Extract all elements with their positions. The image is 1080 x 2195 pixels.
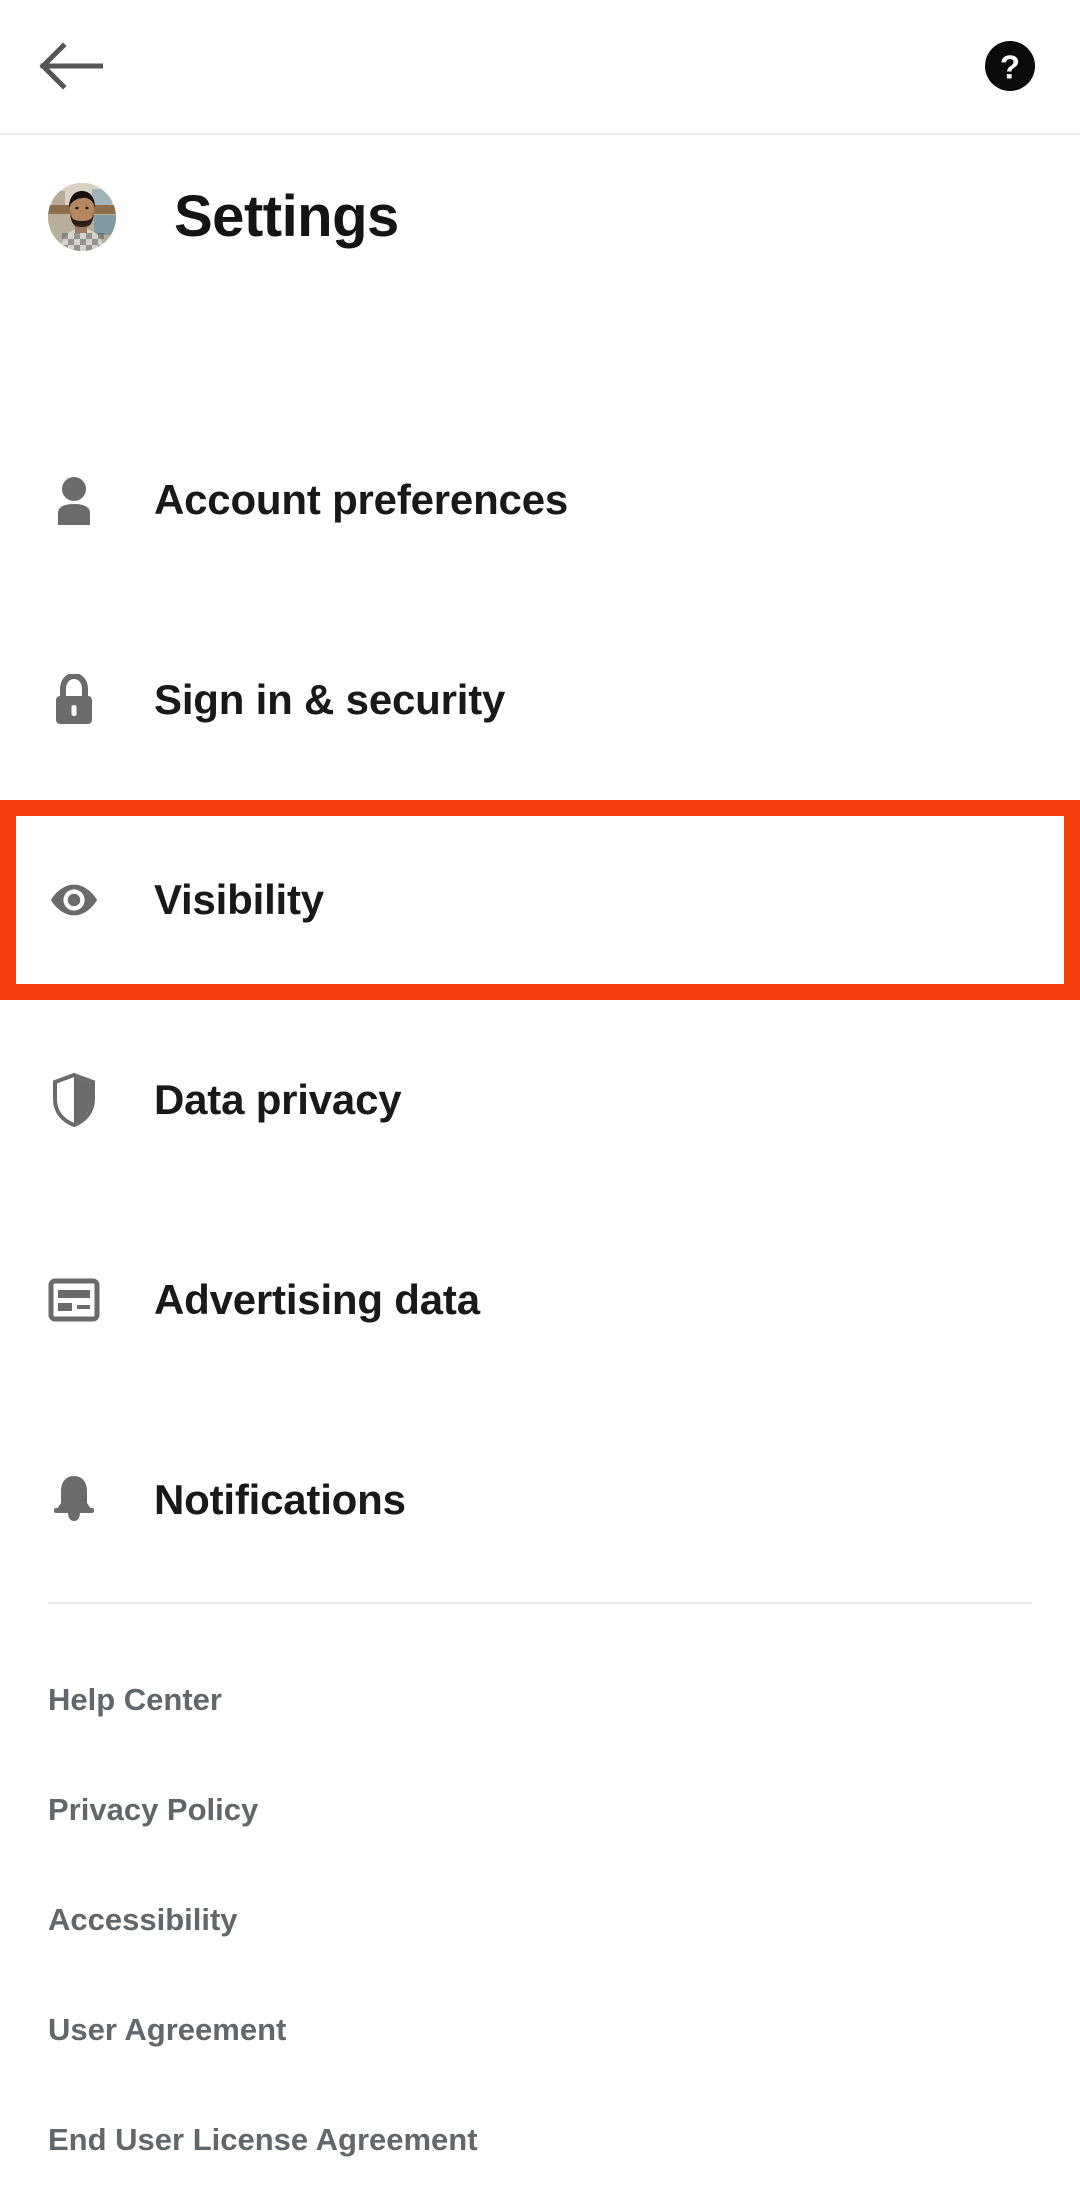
help-circle-icon: ? (982, 38, 1038, 99)
footer-link-eula[interactable]: End User License Agreement (48, 2085, 1048, 2195)
help-button[interactable]: ? (962, 20, 1058, 116)
settings-header: Settings (0, 137, 1080, 297)
menu-item-label: Sign in & security (154, 676, 506, 723)
menu-item-label: Account preferences (154, 476, 569, 523)
shield-icon (48, 1073, 100, 1127)
footer-divider (48, 1602, 1032, 1604)
avatar[interactable] (48, 183, 116, 251)
footer-link-user-agreement[interactable]: User Agreement (48, 1975, 1048, 2085)
help-glyph: ? (1000, 48, 1020, 85)
menu-item-visibility[interactable]: Visibility (0, 800, 1080, 1000)
ad-card-icon (48, 1274, 100, 1326)
top-app-bar: ? (0, 0, 1080, 135)
menu-item-label: Data privacy (154, 1076, 402, 1123)
footer-link-privacy-policy[interactable]: Privacy Policy (48, 1755, 1048, 1865)
menu-item-label: Visibility (154, 876, 324, 923)
eye-icon (48, 874, 100, 926)
back-button[interactable] (22, 20, 118, 116)
menu-item-account-preferences[interactable]: Account preferences (0, 400, 1080, 600)
menu-item-label: Advertising data (154, 1276, 480, 1323)
menu-item-label: Notifications (154, 1476, 406, 1523)
menu-item-advertising-data[interactable]: Advertising data (0, 1200, 1080, 1400)
footer-link-accessibility[interactable]: Accessibility (48, 1865, 1048, 1975)
footer-link-help-center[interactable]: Help Center (48, 1645, 1048, 1755)
settings-menu: Account preferences Sign in & security V… (0, 400, 1080, 1600)
bell-icon (48, 1474, 100, 1526)
menu-item-sign-in-security[interactable]: Sign in & security (0, 600, 1080, 800)
footer-links: Help Center Privacy Policy Accessibility… (48, 1645, 1048, 2195)
lock-icon (48, 674, 100, 726)
menu-item-data-privacy[interactable]: Data privacy (0, 1000, 1080, 1200)
arrow-left-icon (37, 41, 104, 95)
page-title: Settings (174, 184, 399, 249)
menu-item-notifications[interactable]: Notifications (0, 1400, 1080, 1600)
person-icon (48, 474, 100, 526)
